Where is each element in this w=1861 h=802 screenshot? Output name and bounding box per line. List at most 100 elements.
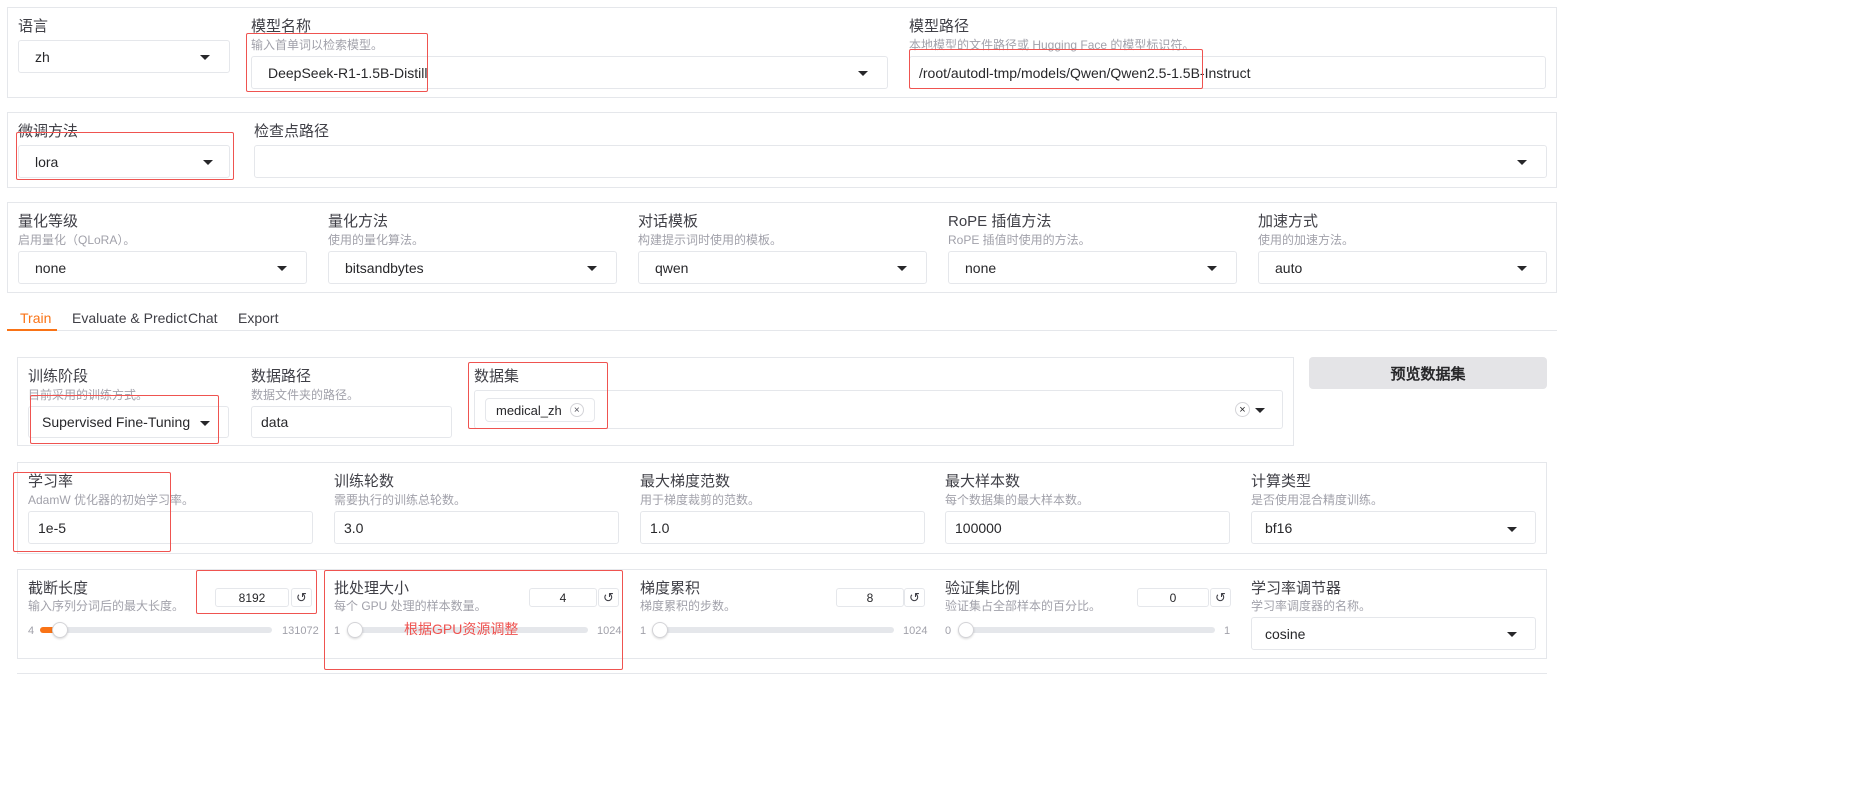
checkpoint-label: 检查点路径 [254,123,330,140]
dataset-tag[interactable]: medical_zh × [485,398,595,422]
grad-accum-label: 梯度累积 [640,580,701,597]
template-label: 对话模板 [638,213,699,230]
model-name-dropdown[interactable]: DeepSeek-R1-1.5B-Distill [251,56,888,89]
quant-method-dropdown[interactable]: bitsandbytes [328,251,617,284]
compute-type-label: 计算类型 [1251,473,1312,490]
max-grad-norm-input[interactable]: 1.0 [640,511,925,544]
val-size-number[interactable]: 0 [1137,588,1209,607]
tab-evaluate[interactable]: Evaluate & Predict [72,310,187,326]
remove-tag-icon[interactable]: × [569,403,584,417]
quant-method-label: 量化方法 [328,213,389,230]
lr-scheduler-dropdown[interactable]: cosine [1251,617,1536,650]
next-panel-edge [17,673,1547,674]
dataset-multiselect[interactable]: medical_zh × × [474,390,1283,429]
quant-bit-value: none [35,259,67,276]
template-value: qwen [655,259,689,276]
lang-dropdown[interactable]: zh [18,40,230,73]
val-size-reset-icon[interactable]: ↺ [1210,588,1231,607]
model-name-label: 模型名称 [251,18,312,35]
clear-icon[interactable]: × [1235,402,1250,417]
tab-export[interactable]: Export [238,310,278,326]
finetune-dropdown[interactable]: lora [18,145,230,178]
cutoff-len-number[interactable]: 8192 [215,588,289,607]
annotation-text: 根据GPU资源调整 [404,621,519,637]
quant-bit-dropdown[interactable]: none [18,251,307,284]
finetune-label: 微调方法 [18,123,79,140]
lr-scheduler-info: 学习率调度器的名称。 [1251,599,1372,613]
template-dropdown[interactable]: qwen [638,251,927,284]
val-size-min: 0 [945,625,952,637]
max-samples-value: 100000 [955,519,1002,536]
epochs-label: 训练轮数 [334,473,395,490]
val-size-label: 验证集比例 [945,580,1021,597]
rope-dropdown[interactable]: none [948,251,1237,284]
val-size-slider[interactable] [958,622,1215,638]
lr-value: 1e-5 [38,519,67,536]
dataset-dir-input[interactable]: data [251,406,452,438]
lr-label: 学习率 [28,473,74,490]
chevron-down-icon [1507,527,1517,532]
cutoff-len-slider[interactable] [40,622,272,638]
tab-train[interactable]: Train [20,310,51,326]
dataset-tag-label: medical_zh [496,402,562,418]
lr-scheduler-value: cosine [1265,625,1306,642]
rope-label: RoPE 插值方法 [948,213,1052,230]
dataset-label: 数据集 [474,368,520,385]
grad-accum-slider[interactable] [652,622,894,638]
max-grad-norm-label: 最大梯度范数 [640,473,731,490]
booster-info: 使用的加速方法。 [1258,233,1355,247]
batch-size-number[interactable]: 4 [529,588,597,607]
preview-dataset-button[interactable]: 预览数据集 [1309,357,1547,389]
val-size-max: 1 [1224,625,1231,637]
compute-type-value: bf16 [1265,519,1293,536]
stage-info: 目前采用的训练方式。 [28,388,149,402]
max-samples-input[interactable]: 100000 [945,511,1230,544]
lr-info: AdamW 优化器的初始学习率。 [28,493,195,507]
finetune-value: lora [35,153,59,170]
stage-value: Supervised Fine-Tuning [42,414,191,430]
batch-size-thumb[interactable] [347,622,363,638]
chevron-down-icon [200,421,210,426]
chevron-down-icon [1255,408,1265,413]
batch-size-reset-icon[interactable]: ↺ [598,588,619,607]
model-path-input[interactable]: /root/autodl-tmp/models/Qwen/Qwen2.5-1.5… [909,56,1546,89]
chevron-down-icon [1507,632,1517,637]
batch-size-max: 1024 [597,625,622,637]
booster-dropdown[interactable]: auto [1258,251,1547,284]
chevron-down-icon [203,160,213,165]
batch-size-info: 每个 GPU 处理的样本数量。 [334,599,487,613]
model-path-value: /root/autodl-tmp/models/Qwen/Qwen2.5-1.5… [919,64,1251,81]
lr-input[interactable]: 1e-5 [28,511,313,544]
batch-size-min: 1 [334,625,341,637]
grad-accum-info: 梯度累积的步数。 [640,599,737,613]
compute-type-dropdown[interactable]: bf16 [1251,511,1536,544]
grad-accum-number[interactable]: 8 [836,588,904,607]
checkpoint-dropdown[interactable] [254,145,1547,178]
quant-method-info: 使用的量化算法。 [328,233,425,247]
grad-accum-thumb[interactable] [652,622,668,638]
cutoff-len-max: 131072 [282,625,319,637]
chevron-down-icon [587,266,597,271]
template-info: 构建提示词时使用的模板。 [638,233,783,247]
model-name-value: DeepSeek-R1-1.5B-Distill [268,64,428,81]
lang-value: zh [35,48,50,65]
batch-size-label: 批处理大小 [334,580,410,597]
epochs-input[interactable]: 3.0 [334,511,619,544]
chevron-down-icon [897,266,907,271]
val-size-thumb[interactable] [958,622,974,638]
stage-dropdown[interactable]: Supervised Fine-Tuning [28,406,229,438]
cutoff-len-reset-icon[interactable]: ↺ [291,588,312,607]
tab-chat[interactable]: Chat [188,310,218,326]
quant-bit-label: 量化等级 [18,213,79,230]
booster-label: 加速方式 [1258,213,1319,230]
val-size-info: 验证集占全部样本的百分比。 [945,599,1102,613]
chevron-down-icon [1517,266,1527,271]
booster-value: auto [1275,259,1303,276]
chevron-down-icon [277,266,287,271]
grad-accum-reset-icon[interactable]: ↺ [904,588,925,607]
rope-info: RoPE 插值时使用的方法。 [948,233,1091,247]
max-grad-norm-value: 1.0 [650,519,670,536]
model-path-label: 模型路径 [909,18,970,35]
cutoff-len-label: 截断长度 [28,580,89,597]
max-samples-label: 最大样本数 [945,473,1021,490]
